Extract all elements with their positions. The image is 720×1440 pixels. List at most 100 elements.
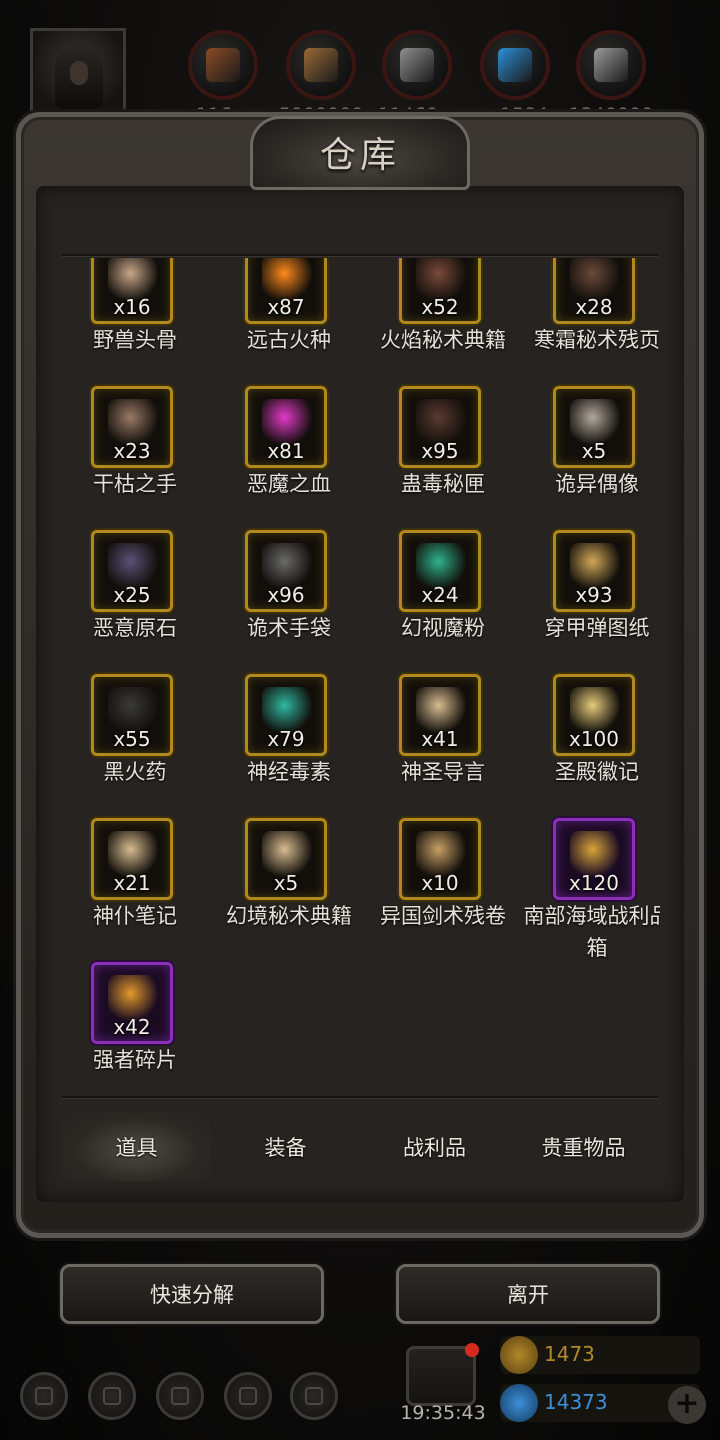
item-slot[interactable]: x24: [399, 530, 481, 612]
item-slot[interactable]: x16: [91, 258, 173, 324]
item-quantity: x24: [421, 583, 459, 607]
inventory-item[interactable]: x16 野兽头骨: [60, 258, 210, 362]
leave-button[interactable]: 离开: [396, 1264, 660, 1324]
inventory-item[interactable]: x81 恶魔之血: [214, 386, 364, 506]
inventory-item[interactable]: x25 恶意原石: [60, 530, 210, 650]
item-quantity: x96: [267, 583, 305, 607]
inventory-item[interactable]: x28 寒霜秘术残页: [522, 258, 660, 362]
inventory-item[interactable]: x5 诡异偶像: [522, 386, 660, 506]
inventory-item[interactable]: x10 异国剑术残卷: [368, 818, 518, 938]
item-quantity: x95: [421, 439, 459, 463]
mail-icon[interactable]: [224, 1372, 272, 1420]
iron-ingot-icon[interactable]: [382, 30, 452, 100]
inventory-item[interactable]: x95 蛊毒秘匣: [368, 386, 518, 506]
item-slot[interactable]: x120: [553, 818, 635, 900]
item-name: 蛊毒秘匣: [401, 472, 485, 496]
mail-glyph: [239, 1387, 257, 1405]
inventory-item[interactable]: x93 穿甲弹图纸: [522, 530, 660, 650]
item-quantity: x10: [421, 871, 459, 895]
tab-bar: 道具 装备 战利品 贵重物品: [62, 1112, 658, 1182]
item-name: 诡异偶像: [555, 472, 639, 496]
gift-box-button[interactable]: [406, 1343, 479, 1406]
item-name: 穿甲弹图纸: [544, 616, 650, 640]
inventory-item[interactable]: x41 神圣导言: [368, 674, 518, 794]
planks-icon[interactable]: [286, 30, 356, 100]
leather-icon[interactable]: [188, 30, 258, 100]
settings-glyph: [35, 1387, 53, 1405]
team-icon[interactable]: [290, 1372, 338, 1420]
add-currency-button[interactable]: +: [668, 1386, 706, 1424]
inventory-item[interactable]: x87 远古火种: [214, 258, 364, 362]
tab-equipment[interactable]: 装备: [211, 1112, 360, 1182]
item-quantity: x42: [113, 1015, 151, 1039]
item-slot[interactable]: x5: [245, 818, 327, 900]
item-name: 远古火种: [247, 328, 331, 352]
inventory-item[interactable]: x5 幻境秘术典籍: [214, 818, 364, 938]
item-name: 神经毒素: [247, 760, 331, 784]
team-glyph: [305, 1387, 323, 1405]
quick-decompose-button[interactable]: 快速分解: [60, 1264, 324, 1324]
star-glyph: [103, 1387, 121, 1405]
inventory-item[interactable]: x79 神经毒素: [214, 674, 364, 794]
item-slot[interactable]: x10: [399, 818, 481, 900]
item-slot[interactable]: x96: [245, 530, 327, 612]
item-name: 南部海域战利品箱: [523, 904, 661, 960]
item-name: 幻视魔粉: [401, 616, 485, 640]
player-avatar[interactable]: [30, 28, 126, 120]
item-slot[interactable]: x25: [91, 530, 173, 612]
item-name: 恶意原石: [93, 616, 177, 640]
item-slot[interactable]: x93: [553, 530, 635, 612]
item-name: 圣殿徽记: [555, 760, 639, 784]
item-slot[interactable]: x81: [245, 386, 327, 468]
gem-icon: [500, 1384, 538, 1422]
item-slot[interactable]: x79: [245, 674, 327, 756]
tab-valuables[interactable]: 贵重物品: [509, 1112, 658, 1182]
inventory-item[interactable]: x52 火焰秘术典籍: [368, 258, 518, 362]
item-quantity: x5: [273, 871, 299, 895]
clock: 19:35:43: [400, 1402, 486, 1424]
avatar-face: [70, 61, 88, 85]
item-slot[interactable]: x55: [91, 674, 173, 756]
item-quantity: x52: [421, 295, 459, 319]
item-quantity: x100: [568, 727, 619, 751]
item-grid[interactable]: x16 野兽头骨 x87 远古火种 x52 火焰秘术典籍 x28 寒霜秘术残页 x23 干枯之手 x…: [60, 258, 660, 1094]
item-slot[interactable]: x23: [91, 386, 173, 468]
item-slot[interactable]: x42: [91, 962, 173, 1044]
notification-dot: [465, 1343, 479, 1357]
inventory-item[interactable]: x23 干枯之手: [60, 386, 210, 506]
item-slot[interactable]: x100: [553, 674, 635, 756]
resource-glyph: [498, 48, 532, 82]
item-slot[interactable]: x28: [553, 258, 635, 324]
item-name: 黑火药: [103, 760, 167, 784]
book-icon[interactable]: [156, 1372, 204, 1420]
inventory-item[interactable]: x55 黑火药: [60, 674, 210, 794]
inventory-item[interactable]: x42 强者碎片: [60, 962, 210, 1082]
item-slot[interactable]: x41: [399, 674, 481, 756]
page-title: 仓库: [319, 135, 400, 176]
item-name: 强者碎片: [93, 1048, 177, 1072]
item-slot[interactable]: x87: [245, 258, 327, 324]
item-slot[interactable]: x52: [399, 258, 481, 324]
divider-top: [62, 254, 658, 256]
item-slot[interactable]: x5: [553, 386, 635, 468]
item-slot[interactable]: x21: [91, 818, 173, 900]
inventory-item[interactable]: x100 圣殿徽记: [522, 674, 660, 794]
inventory-item[interactable]: x21 神仆笔记: [60, 818, 210, 938]
inventory-item[interactable]: x24 幻视魔粉: [368, 530, 518, 650]
tab-loot[interactable]: 战利品: [360, 1112, 509, 1182]
inventory-item[interactable]: x120 南部海域战利品箱: [522, 818, 660, 960]
settings-icon[interactable]: [20, 1372, 68, 1420]
item-name: 干枯之手: [93, 472, 177, 496]
item-quantity: x23: [113, 439, 151, 463]
inventory-item[interactable]: x96 诡术手袋: [214, 530, 364, 650]
item-name: 恶魔之血: [247, 472, 331, 496]
item-name: 诡术手袋: [247, 616, 331, 640]
item-slot[interactable]: x95: [399, 386, 481, 468]
resource-glyph: [304, 48, 338, 82]
item-name: 幻境秘术典籍: [226, 904, 352, 928]
tab-items[interactable]: 道具: [62, 1112, 211, 1182]
star-icon[interactable]: [88, 1372, 136, 1420]
steel-ingot-icon[interactable]: [576, 30, 646, 100]
item-quantity: x25: [113, 583, 151, 607]
crystal-icon[interactable]: [480, 30, 550, 100]
